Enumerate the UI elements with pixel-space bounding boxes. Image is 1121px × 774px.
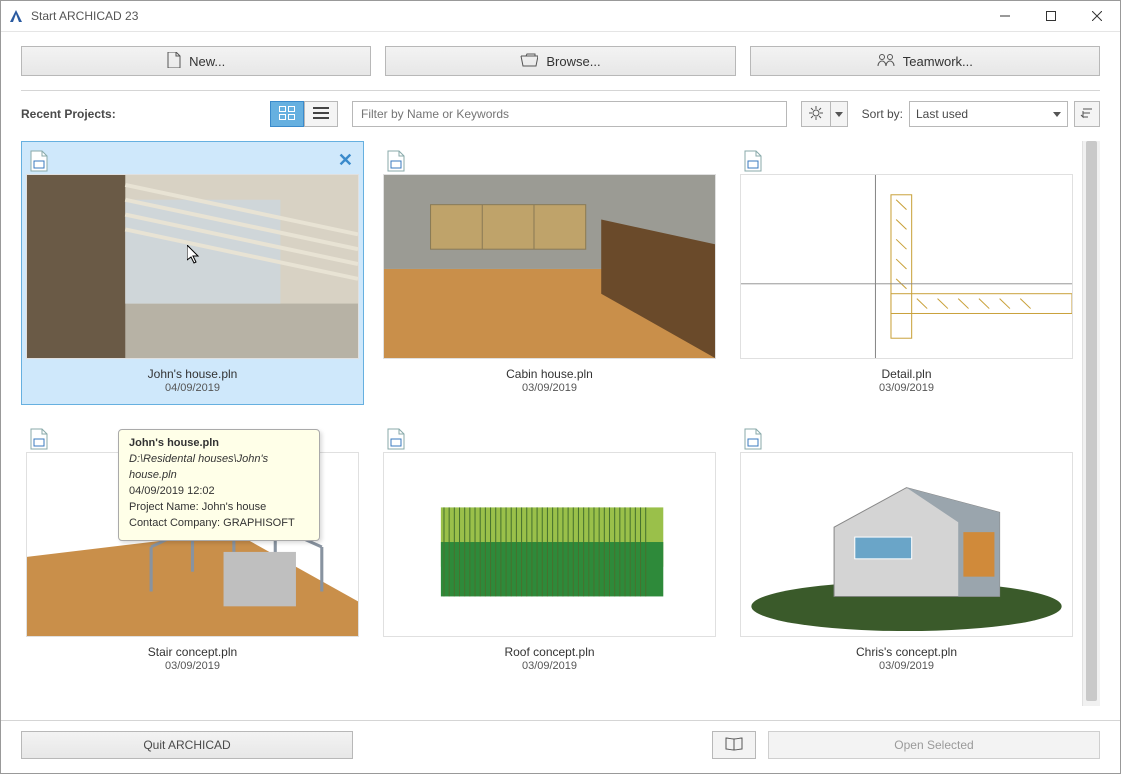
file-icon	[167, 52, 181, 71]
new-label: New...	[189, 54, 225, 69]
minimize-button[interactable]	[982, 1, 1028, 31]
project-thumbnail	[740, 174, 1073, 359]
grid-view-button[interactable]	[270, 101, 304, 127]
folder-open-icon	[520, 53, 538, 70]
chevron-down-icon	[835, 107, 843, 121]
book-icon	[725, 737, 743, 754]
project-caption: John's house.pln 04/09/2019	[26, 367, 359, 396]
filter-input[interactable]	[359, 106, 780, 122]
project-thumbnail	[740, 452, 1073, 637]
sort-select[interactable]: Last used	[909, 101, 1068, 127]
pln-file-icon	[30, 150, 48, 175]
primary-actions: New... Browse... Teamwork...	[21, 46, 1100, 76]
filter-field[interactable]	[352, 101, 787, 127]
project-card[interactable]: Chris's concept.pln 03/09/2019	[735, 419, 1078, 683]
project-date: 03/09/2019	[740, 660, 1073, 674]
project-date: 03/09/2019	[26, 660, 359, 674]
tooltip-company: Contact Company: GRAPHISOFT	[129, 516, 309, 532]
pln-file-icon	[387, 428, 405, 453]
list-view-button[interactable]	[304, 101, 338, 127]
recent-projects-grid: ✕ John's house.pln 04/09/2019 Cabin hous…	[21, 141, 1082, 706]
open-selected-button[interactable]: Open Selected	[768, 731, 1100, 759]
tooltip-project-name: Project Name: John's house	[129, 500, 309, 516]
project-tooltip: John's house.pln D:\Residental houses\Jo…	[118, 429, 320, 541]
project-date: 03/09/2019	[740, 382, 1073, 396]
archicad-start-window: Start ARCHICAD 23 New... Browse... Teamw…	[0, 0, 1121, 774]
project-name: Cabin house.pln	[383, 367, 716, 382]
project-caption: Cabin house.pln 03/09/2019	[383, 367, 716, 396]
list-icon	[313, 106, 329, 123]
gear-icon	[809, 106, 823, 123]
recent-projects-label: Recent Projects:	[21, 107, 256, 121]
pln-file-icon	[744, 428, 762, 453]
app-icon	[9, 9, 23, 23]
project-caption: Detail.pln 03/09/2019	[740, 367, 1073, 396]
project-thumbnail	[383, 452, 716, 637]
view-mode-group	[270, 101, 338, 127]
titlebar: Start ARCHICAD 23	[1, 1, 1120, 32]
project-thumbnail	[383, 174, 716, 359]
recent-projects-grid-wrap: ✕ John's house.pln 04/09/2019 Cabin hous…	[21, 141, 1100, 706]
quit-button[interactable]: Quit ARCHICAD	[21, 731, 353, 759]
tooltip-path: D:\Residental houses\John's house.pln	[129, 452, 309, 484]
project-date: 03/09/2019	[383, 660, 716, 674]
project-date: 03/09/2019	[383, 382, 716, 396]
new-button[interactable]: New...	[21, 46, 371, 76]
project-name: Chris's concept.pln	[740, 645, 1073, 660]
separator	[21, 90, 1100, 91]
sort-direction-button[interactable]	[1074, 101, 1100, 127]
scrollbar-thumb[interactable]	[1086, 141, 1097, 701]
tooltip-datetime: 04/09/2019 12:02	[129, 484, 309, 500]
teamwork-icon	[877, 53, 895, 70]
settings-menu[interactable]	[801, 101, 848, 127]
close-button[interactable]	[1074, 1, 1120, 31]
project-name: John's house.pln	[26, 367, 359, 382]
project-card[interactable]: Detail.pln 03/09/2019	[735, 141, 1078, 405]
project-caption: Stair concept.pln 03/09/2019	[26, 645, 359, 674]
project-card[interactable]: Cabin house.pln 03/09/2019	[378, 141, 721, 405]
teamwork-label: Teamwork...	[903, 54, 973, 69]
chevron-down-icon	[1053, 107, 1061, 121]
project-name: Stair concept.pln	[26, 645, 359, 660]
project-caption: Chris's concept.pln 03/09/2019	[740, 645, 1073, 674]
project-date: 04/09/2019	[26, 382, 359, 396]
remove-recent-icon[interactable]: ✕	[338, 150, 353, 171]
quit-label: Quit ARCHICAD	[143, 738, 230, 752]
maximize-button[interactable]	[1028, 1, 1074, 31]
browse-button[interactable]: Browse...	[385, 46, 735, 76]
teamwork-button[interactable]: Teamwork...	[750, 46, 1100, 76]
sort-by-label: Sort by:	[862, 107, 903, 121]
project-thumbnail	[26, 174, 359, 359]
pln-file-icon	[30, 428, 48, 453]
project-name: Detail.pln	[740, 367, 1073, 382]
sort-controls: Sort by: Last used	[862, 101, 1100, 127]
pln-file-icon	[387, 150, 405, 175]
help-button[interactable]	[712, 731, 756, 759]
recent-toolbar: Recent Projects: Sort by: Last used	[21, 101, 1100, 127]
scrollbar[interactable]	[1082, 141, 1100, 706]
window-title: Start ARCHICAD 23	[31, 9, 982, 23]
project-card[interactable]: ✕ John's house.pln 04/09/2019	[21, 141, 364, 405]
sort-direction-icon	[1080, 106, 1094, 123]
browse-label: Browse...	[546, 54, 600, 69]
project-card[interactable]: Roof concept.pln 03/09/2019	[378, 419, 721, 683]
grid-icon	[279, 106, 295, 123]
bottom-bar: Quit ARCHICAD Open Selected	[1, 720, 1120, 773]
project-caption: Roof concept.pln 03/09/2019	[383, 645, 716, 674]
open-label: Open Selected	[894, 738, 973, 752]
tooltip-title: John's house.pln	[129, 436, 309, 452]
sort-value: Last used	[916, 107, 968, 121]
content-area: New... Browse... Teamwork... Recent Proj…	[1, 32, 1120, 720]
project-name: Roof concept.pln	[383, 645, 716, 660]
pln-file-icon	[744, 150, 762, 175]
